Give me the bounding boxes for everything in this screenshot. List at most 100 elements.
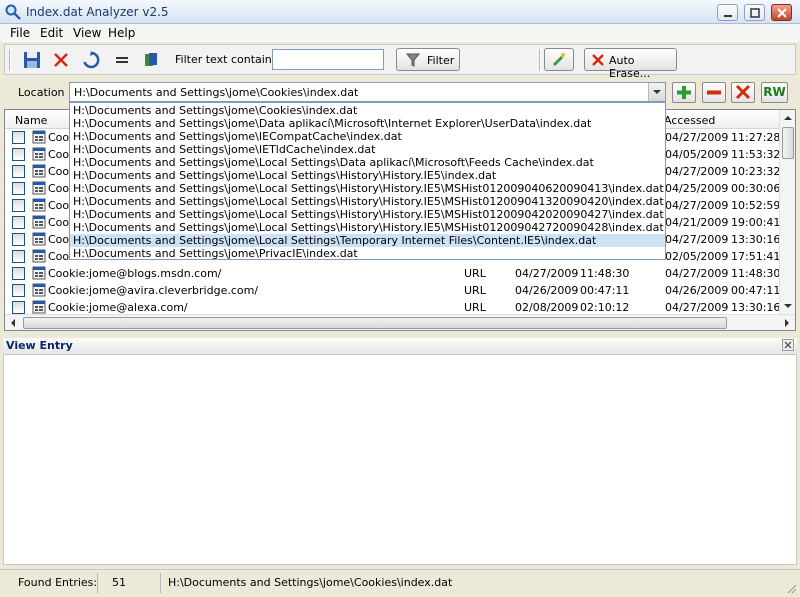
close-icon <box>784 341 792 349</box>
cell-accessed-time: 13:30:16 <box>731 301 781 314</box>
menu-edit[interactable]: Edit <box>40 26 63 40</box>
menu-bar: File Edit View Help <box>0 24 800 42</box>
cell-accessed-time: 00:30:06 <box>731 182 781 195</box>
remove-location-button[interactable] <box>702 82 726 103</box>
horizontal-scrollbar[interactable] <box>5 314 795 330</box>
maximize-icon <box>750 8 760 18</box>
dropdown-option[interactable]: H:\Documents and Settings\jome\IETldCach… <box>70 143 665 156</box>
row-checkbox[interactable] <box>12 216 25 229</box>
cell-accessed-time: 11:27:28 <box>731 131 781 144</box>
cell-modified-time: 11:48:30 <box>580 267 630 280</box>
row-checkbox[interactable] <box>12 199 25 212</box>
cell-accessed-time: 10:52:59 <box>731 199 781 212</box>
save-icon[interactable] <box>23 51 41 69</box>
cell-accessed-date: 04/25/2009 <box>665 182 729 195</box>
cookie-file-icon <box>32 164 46 178</box>
menu-view[interactable]: View <box>73 26 101 40</box>
column-accessed[interactable]: Accessed <box>664 114 715 127</box>
clear-location-button[interactable] <box>731 82 755 103</box>
cookie-file-icon <box>32 300 46 314</box>
minimize-button[interactable] <box>717 4 738 21</box>
auto-erase-button[interactable]: Auto Erase... <box>584 48 677 80</box>
resize-grip-icon[interactable] <box>785 582 797 594</box>
column-name[interactable]: Name <box>15 114 47 127</box>
cell-accessed-time: 17:51:41 <box>731 250 781 263</box>
dropdown-option[interactable]: H:\Documents and Settings\jome\Local Set… <box>70 221 665 234</box>
add-location-button[interactable] <box>672 82 696 103</box>
auto-erase-label: Auto Erase... <box>609 54 651 80</box>
row-checkbox[interactable] <box>12 131 25 144</box>
location-label: Location <box>18 86 65 99</box>
cookie-file-icon <box>32 283 46 297</box>
cell-accessed-date: 04/27/2009 <box>665 131 729 144</box>
close-window-button[interactable] <box>771 4 792 21</box>
row-checkbox[interactable] <box>12 301 25 314</box>
dropdown-option[interactable]: H:\Documents and Settings\jome\Local Set… <box>70 169 665 182</box>
cell-accessed-time: 11:53:32 <box>731 148 781 161</box>
maximize-button[interactable] <box>744 4 765 21</box>
cell-accessed-date: 02/05/2009 <box>665 250 729 263</box>
view-entry-title: View Entry <box>6 339 73 352</box>
scroll-down-icon[interactable] <box>783 302 793 310</box>
copy-icon[interactable] <box>142 51 160 69</box>
cookie-file-icon <box>32 130 46 144</box>
wizard-icon <box>553 53 565 66</box>
row-checkbox[interactable] <box>12 284 25 297</box>
horizontal-scroll-thumb[interactable] <box>23 317 727 329</box>
dropdown-option[interactable]: H:\Documents and Settings\jome\Local Set… <box>70 195 665 208</box>
cell-modified-time: 00:47:11 <box>580 284 630 297</box>
cell-accessed-time: 00:47:11 <box>731 284 781 297</box>
dropdown-option[interactable]: H:\Documents and Settings\jome\IECompatC… <box>70 130 665 143</box>
cookie-file-icon <box>32 215 46 229</box>
row-checkbox[interactable] <box>12 148 25 161</box>
row-checkbox[interactable] <box>12 165 25 178</box>
vertical-scroll-thumb[interactable] <box>782 127 794 159</box>
dropdown-option[interactable]: H:\Documents and Settings\jome\Local Set… <box>70 208 665 221</box>
row-checkbox[interactable] <box>12 250 25 263</box>
scroll-right-icon[interactable] <box>783 318 791 328</box>
row-checkbox[interactable] <box>12 182 25 195</box>
cell-modified-date: 04/26/2009 <box>515 284 579 297</box>
refresh-icon[interactable] <box>82 51 100 69</box>
status-divider <box>97 573 98 593</box>
cell-accessed-date: 04/26/2009 <box>665 284 729 297</box>
window-title: Index.dat Analyzer v2.5 <box>26 5 169 19</box>
dropdown-option[interactable]: H:\Documents and Settings\jome\Local Set… <box>70 234 665 247</box>
vertical-scrollbar[interactable] <box>779 110 795 314</box>
magnifier-app-icon <box>5 4 21 20</box>
scroll-up-icon[interactable] <box>783 114 793 122</box>
status-bar: Found Entries: 51 H:\Documents and Setti… <box>0 569 800 597</box>
location-dropdown-list: H:\Documents and Settings\jome\Cookies\i… <box>69 102 666 260</box>
equals-icon[interactable] <box>113 51 131 69</box>
menu-help[interactable]: Help <box>108 26 135 40</box>
table-row[interactable]: Cookie:jome@blogs.msdn.com/URL 04/27/2009… <box>5 265 781 282</box>
rw-button[interactable]: RW <box>761 82 788 103</box>
location-combobox[interactable]: H:\Documents and Settings\jome\Cookies\i… <box>69 82 666 102</box>
row-checkbox[interactable] <box>12 233 25 246</box>
found-entries-label: Found Entries: <box>18 576 98 589</box>
filter-button[interactable]: Filter <box>396 48 460 71</box>
view-entry-content[interactable] <box>3 354 797 565</box>
cell-accessed-time: 10:23:32 <box>731 165 781 178</box>
dropdown-option[interactable]: H:\Documents and Settings\jome\Data apli… <box>70 117 665 130</box>
dropdown-option[interactable]: H:\Documents and Settings\jome\Local Set… <box>70 182 665 195</box>
row-checkbox[interactable] <box>12 267 25 280</box>
toolbar-grip <box>9 49 11 71</box>
toolbar: Filter text contain Filter Auto Erase... <box>4 44 796 80</box>
location-dropdown-button[interactable] <box>648 83 665 101</box>
view-entry-close-button[interactable] <box>782 339 794 351</box>
filter-input[interactable] <box>272 49 384 70</box>
dropdown-option[interactable]: H:\Documents and Settings\jome\Cookies\i… <box>70 104 665 117</box>
cell-accessed-date: 04/27/2009 <box>665 233 729 246</box>
delete-icon[interactable] <box>52 51 70 69</box>
menu-file[interactable]: File <box>10 26 30 40</box>
dropdown-option[interactable]: H:\Documents and Settings\jome\Local Set… <box>70 156 665 169</box>
cell-type: URL <box>464 284 486 297</box>
minus-icon <box>707 90 721 95</box>
cell-name: Cookie:jome@alexa.com/ <box>48 301 188 314</box>
dropdown-option[interactable]: H:\Documents and Settings\jome\PrivacIE\… <box>70 247 665 260</box>
wizard-button[interactable] <box>544 48 574 71</box>
cell-accessed-date: 04/05/2009 <box>665 148 729 161</box>
scroll-left-icon[interactable] <box>9 318 17 328</box>
table-row[interactable]: Cookie:jome@avira.cleverbridge.com/URL 04… <box>5 282 781 299</box>
